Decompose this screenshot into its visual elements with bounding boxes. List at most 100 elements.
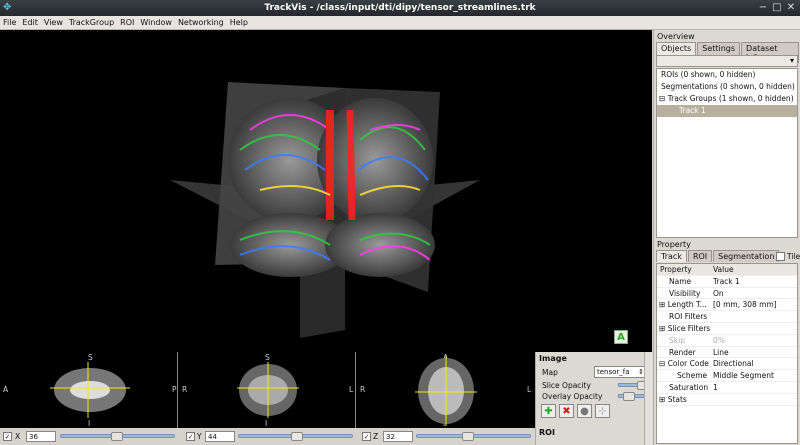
x-slice-checkbox[interactable]: ✓: [3, 432, 12, 441]
prop-value: 0%: [713, 335, 725, 345]
prop-value[interactable]: [713, 323, 797, 334]
axial-left-label: R: [360, 385, 366, 394]
expand-icon[interactable]: ⊞: [659, 324, 665, 333]
collapse-icon[interactable]: ⊟: [659, 94, 665, 103]
z-slice-slider[interactable]: [416, 432, 531, 441]
prop-value[interactable]: 1: [713, 382, 797, 393]
coronal-left-label: R: [182, 385, 188, 394]
tree-item-track-groups[interactable]: ⊟ Track Groups (1 shown, 0 hidden): [657, 93, 797, 105]
table-row[interactable]: Scheme Middle Segment: [657, 370, 797, 382]
tile-checkbox[interactable]: [776, 252, 785, 261]
slice-views: S A P I S R L I A R L P: [0, 352, 535, 428]
orientation-cube-icon[interactable]: A: [614, 330, 628, 344]
image-panel: Image Map tensor_fa ⇕ Slice Opacity Overl…: [535, 352, 653, 445]
x-slice-slider[interactable]: [60, 432, 175, 441]
map-select-value: tensor_fa: [597, 368, 630, 376]
prop-name: Render: [669, 347, 696, 357]
tree-item-label: ROIs (0 shown, 0 hidden): [661, 70, 756, 79]
prop-value[interactable]: Line: [713, 347, 797, 358]
z-slice-checkbox[interactable]: ✓: [362, 432, 371, 441]
tree-item-track-1[interactable]: Track 1: [657, 105, 797, 117]
tree-item-segmentations[interactable]: Segmentations (0 shown, 0 hidden): [657, 81, 797, 93]
tab-segmentation[interactable]: Segmentation: [713, 250, 780, 262]
add-roi-icon[interactable]: ✚: [541, 404, 556, 418]
prop-name: Color Code: [667, 359, 709, 369]
prop-name: Visibility: [669, 288, 701, 298]
tile-label: Tile: [787, 252, 800, 261]
prop-name: Skip: [669, 335, 685, 345]
prop-name: Slice Filters: [667, 323, 711, 333]
main-3d-view[interactable]: A: [0, 30, 652, 352]
sagittal-bottom-label: I: [88, 419, 91, 428]
expand-icon[interactable]: ⊞: [659, 395, 665, 404]
z-slice-label: Z: [373, 432, 379, 441]
menu-view[interactable]: View: [41, 16, 66, 30]
close-icon[interactable]: ✕: [785, 2, 797, 14]
prop-value[interactable]: On: [713, 288, 797, 299]
expand-icon[interactable]: ⊞: [659, 300, 665, 309]
tree-item-label: Track Groups (1 shown, 0 hidden): [667, 94, 794, 103]
table-row[interactable]: Visibility On: [657, 288, 797, 300]
sagittal-left-label: A: [3, 385, 9, 394]
table-row[interactable]: ⊞ Slice Filters: [657, 323, 797, 335]
table-row[interactable]: Name Track 1: [657, 276, 797, 288]
chevron-down-icon: ▾: [789, 56, 794, 65]
minimize-icon[interactable]: −: [757, 2, 769, 14]
z-slice-spinbox[interactable]: 32: [383, 431, 413, 442]
image-panel-scrollbar[interactable]: [644, 352, 653, 445]
prop-name: Scheme: [677, 371, 708, 381]
sagittal-right-label: P: [172, 385, 177, 394]
prop-value[interactable]: Directional: [713, 358, 797, 369]
map-select[interactable]: tensor_fa ⇕: [594, 366, 646, 378]
coronal-top-label: S: [265, 353, 270, 362]
prop-value[interactable]: Track 1: [713, 276, 797, 287]
coronal-slice-view[interactable]: S R L I: [179, 352, 356, 428]
app-icon: ✥: [3, 2, 12, 13]
collapse-icon[interactable]: ⊟: [659, 359, 665, 368]
prop-value[interactable]: Middle Segment: [713, 370, 797, 381]
slice-opacity-label: Slice Opacity: [542, 381, 591, 390]
maximize-icon[interactable]: □: [771, 2, 783, 14]
menu-networking[interactable]: Networking: [175, 16, 227, 30]
tree-item-label: Track 1: [679, 106, 706, 115]
x-slice-spinbox[interactable]: 36: [26, 431, 56, 442]
y-slice-checkbox[interactable]: ✓: [186, 432, 195, 441]
menu-trackgroup[interactable]: TrackGroup: [66, 16, 117, 30]
menu-roi[interactable]: ROI: [117, 16, 137, 30]
table-row[interactable]: ⊟ Color Code Directional: [657, 358, 797, 371]
overview-heading: Overview: [657, 32, 695, 41]
table-row[interactable]: Render Line: [657, 347, 797, 359]
prop-value[interactable]: [0 mm, 308 mm]: [713, 299, 797, 310]
tab-roi[interactable]: ROI: [687, 250, 713, 262]
prop-name: Saturation: [669, 382, 709, 392]
table-row[interactable]: ⊞ Length T... [0 mm, 308 mm]: [657, 299, 797, 312]
y-slice-slider[interactable]: [238, 432, 353, 441]
prop-value[interactable]: [713, 311, 797, 322]
axial-right-label: L: [527, 385, 532, 394]
table-row[interactable]: ⊞ Stats: [657, 394, 797, 406]
column-header-property: Property: [660, 265, 692, 274]
y-slice-spinbox[interactable]: 44: [205, 431, 235, 442]
y-slice-label: Y: [197, 432, 202, 441]
brain-icon[interactable]: ●: [577, 404, 592, 418]
crosshair-icon[interactable]: ⊹: [595, 404, 610, 418]
remove-roi-icon[interactable]: ✖: [559, 404, 574, 418]
menu-window[interactable]: Window: [137, 16, 175, 30]
menu-help[interactable]: Help: [227, 16, 251, 30]
prop-value[interactable]: [713, 394, 797, 405]
axial-slice-view[interactable]: A R L P: [357, 352, 535, 428]
tree-item-label: Segmentations (0 shown, 0 hidden): [661, 82, 795, 91]
tab-track[interactable]: Track: [656, 250, 687, 262]
menu-file[interactable]: File: [0, 16, 19, 30]
axial-brain-image: [415, 356, 477, 426]
image-heading: Image: [539, 354, 567, 363]
table-row[interactable]: Saturation 1: [657, 382, 797, 394]
slice-slider-row: ✓ X 36 ✓ Y 44 ✓ Z 32: [0, 428, 535, 445]
sagittal-top-label: S: [88, 353, 93, 362]
menu-edit[interactable]: Edit: [19, 16, 41, 30]
column-header-value: Value: [713, 265, 734, 274]
sagittal-slice-view[interactable]: S A P I: [0, 352, 178, 428]
tree-item-rois[interactable]: ROIs (0 shown, 0 hidden): [657, 69, 797, 81]
overview-dropdown[interactable]: ▾: [656, 55, 798, 67]
table-row[interactable]: ROI Filters: [657, 311, 797, 323]
